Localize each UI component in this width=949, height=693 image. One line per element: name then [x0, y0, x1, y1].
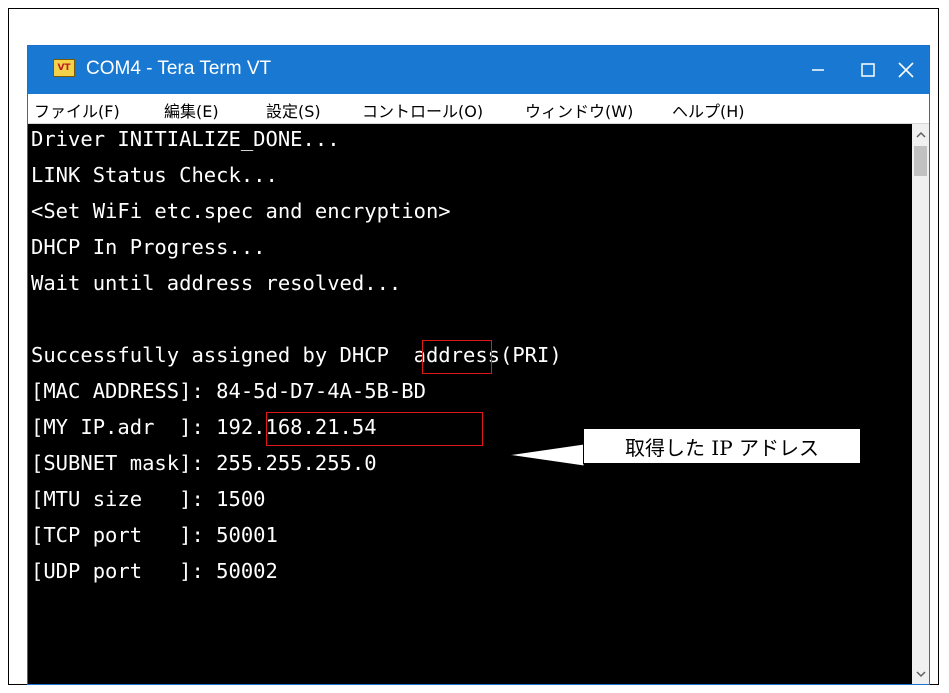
menu-setup[interactable]: 設定(S) — [266, 98, 321, 122]
menu-bar: ファイル(F) 編集(E) 設定(S) コントロール(O) ウィンドウ(W) ヘ… — [28, 94, 929, 124]
scroll-down-arrow-icon[interactable] — [912, 665, 929, 682]
menu-file[interactable]: ファイル(F) — [34, 98, 120, 122]
scrollbar-thumb[interactable] — [914, 146, 927, 176]
terminal-line: [TCP port ]: 50001 — [31, 523, 278, 547]
minimize-icon — [812, 69, 824, 71]
scroll-up-arrow-icon[interactable] — [912, 126, 929, 143]
callout-label: 取得した IP アドレス — [583, 428, 861, 464]
menu-control[interactable]: コントロール(O) — [362, 98, 483, 122]
close-icon — [898, 62, 914, 78]
dhcp-highlight-box — [422, 340, 492, 374]
maximize-icon — [861, 63, 875, 77]
menu-edit[interactable]: 編集(E) — [164, 98, 219, 122]
menu-window[interactable]: ウィンドウ(W) — [525, 98, 633, 122]
tera-term-window: VT COM4 - Tera Term VT ファイル(F) 編集(E) 設定(… — [27, 45, 930, 685]
title-bar[interactable]: VT COM4 - Tera Term VT — [28, 46, 929, 94]
terminal-line: [MAC ADDRESS]: 84-5d-D7-4A-5B-BD — [31, 379, 426, 403]
terminal-line: DHCP In Progress... — [31, 235, 266, 259]
tera-term-icon: VT — [53, 59, 75, 77]
close-button[interactable] — [876, 46, 936, 94]
terminal-line: LINK Status Check... — [31, 163, 278, 187]
terminal-line: Wait until address resolved... — [31, 271, 402, 295]
terminal-line: Driver INITIALIZE_DONE... — [31, 127, 340, 151]
terminal-line: [SUBNET mask]: 255.255.255.0 — [31, 451, 377, 475]
terminal-line: <Set WiFi etc.spec and encryption> — [31, 199, 451, 223]
menu-help[interactable]: ヘルプ(H) — [672, 98, 745, 122]
terminal-output[interactable]: Driver INITIALIZE_DONE... LINK Status Ch… — [28, 124, 912, 684]
ip-address-highlight-box — [266, 412, 483, 446]
vertical-scrollbar[interactable] — [912, 124, 929, 684]
terminal-line: [MTU size ]: 1500 — [31, 487, 266, 511]
terminal-line: [UDP port ]: 50002 — [31, 559, 278, 583]
window-title: COM4 - Tera Term VT — [86, 58, 272, 79]
